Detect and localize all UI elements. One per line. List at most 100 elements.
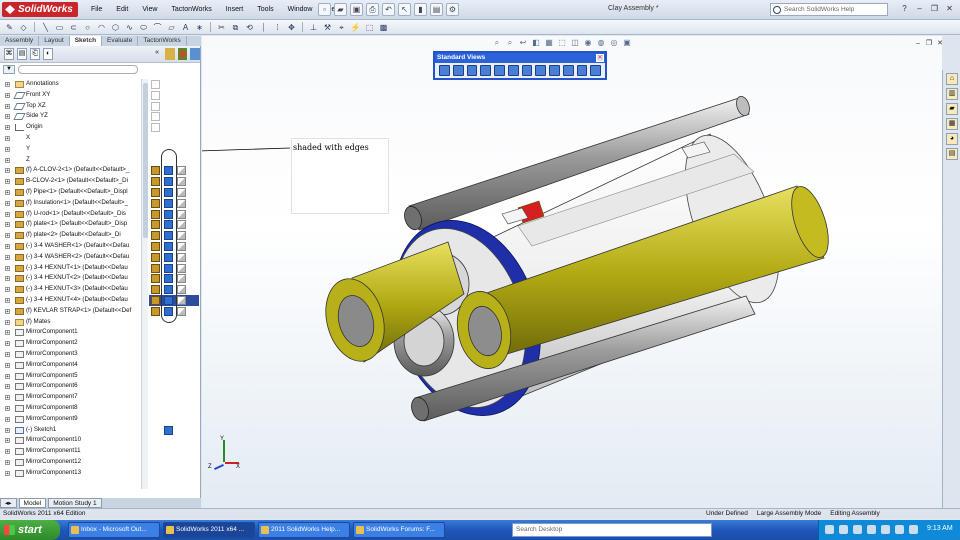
expand-toggle-icon[interactable]: + (5, 125, 10, 131)
expand-toggle-icon[interactable]: + (5, 362, 10, 368)
expand-toggle-icon[interactable]: + (5, 168, 10, 174)
tree-item[interactable]: + X (0, 133, 145, 144)
fillet-icon[interactable]: ⌒ (152, 22, 163, 33)
tree-item[interactable]: + (f) plate<2> (Default<<Default>_Di (0, 230, 145, 241)
tree-item[interactable]: + MirrorComponent6 (0, 381, 145, 392)
hide-show-icon[interactable] (151, 220, 160, 230)
antivirus-icon[interactable] (909, 525, 918, 534)
tree-item[interactable]: + MirrorComponent12 (0, 457, 145, 468)
tree-item[interactable]: + (-) 3-4 WASHER<1> (Default<<Defau (0, 241, 145, 252)
options-gear-icon[interactable]: ⚙ (446, 3, 459, 16)
arc-icon[interactable]: ◠ (96, 22, 107, 33)
filter-icon[interactable]: ▼ (3, 64, 15, 74)
tree-item[interactable]: + MirrorComponent8 (0, 403, 145, 414)
start-button[interactable]: start (0, 520, 60, 540)
dimetric-view-icon[interactable] (562, 65, 574, 76)
menu-item-view[interactable]: View (135, 4, 164, 15)
line-icon[interactable]: ╲ (40, 22, 51, 33)
appearance-swatch-icon[interactable] (177, 274, 186, 284)
hide-show-icon[interactable] (151, 166, 160, 176)
tree-item[interactable]: + (f) U-rod<1> (Default<<Default>_Dis (0, 209, 145, 220)
expand-toggle-icon[interactable]: + (5, 265, 10, 271)
tree-item[interactable]: + (-) 3-4 HEXNUT<1> (Default<<Defau (0, 263, 145, 274)
hide-show-icon[interactable] (151, 306, 160, 316)
appearance-swatch-icon[interactable] (177, 177, 186, 187)
hide-show-icon[interactable] (151, 177, 160, 187)
section-view-icon[interactable]: ◧ (531, 38, 541, 48)
tree-item[interactable]: + Top XZ (0, 101, 145, 112)
mirror-entities-icon[interactable]: ⏐ (258, 22, 269, 33)
convert-entities-icon[interactable]: ⧉ (230, 22, 241, 33)
view-orientation-icon[interactable]: ⬚ (557, 38, 567, 48)
hidden-state-icon[interactable] (151, 112, 160, 122)
offset-entities-icon[interactable]: ⟲ (244, 22, 255, 33)
print-icon[interactable]: ⎙ (366, 3, 379, 16)
tree-item[interactable]: + Annotations (0, 79, 145, 90)
expand-toggle-icon[interactable]: + (5, 416, 10, 422)
standard-views-close-button[interactable]: ✕ (596, 54, 604, 62)
solidworks-logo[interactable]: SolidWorks (2, 2, 78, 17)
front-view-icon[interactable] (452, 65, 464, 76)
move-entities-icon[interactable]: ✥ (286, 22, 297, 33)
view-settings-icon[interactable]: ▣ (622, 38, 632, 48)
appearance-swatch-icon[interactable] (177, 166, 186, 176)
appearance-swatch-icon[interactable] (177, 241, 186, 251)
expand-toggle-icon[interactable]: + (5, 405, 10, 411)
tree-item[interactable]: + (f) Insulation<1> (Default<<Default>_ (0, 198, 145, 209)
expand-toggle-icon[interactable]: + (5, 341, 10, 347)
tree-item[interactable]: + Z (0, 155, 145, 166)
slot-icon[interactable]: ⊂ (68, 22, 79, 33)
trim-icon[interactable]: ✂ (216, 22, 227, 33)
expand-toggle-icon[interactable]: + (5, 135, 10, 141)
taskbar-button[interactable]: Inbox - Microsoft Out... (68, 522, 160, 538)
tree-item[interactable]: + (-) 3-4 HEXNUT<4> (Default<<Defau (0, 295, 145, 306)
hide-show-icon[interactable] (151, 252, 160, 262)
tree-item[interactable]: + (f) Pipe<1> (Default<<Default>_Displ (0, 187, 145, 198)
apply-scene-icon[interactable]: ◎ (609, 38, 619, 48)
display-relations-icon[interactable]: ⊥ (308, 22, 319, 33)
expand-toggle-icon[interactable]: + (5, 449, 10, 455)
back-view-icon[interactable] (466, 65, 478, 76)
zoom-to-area-icon[interactable]: ⌕ (505, 38, 515, 48)
tree-item[interactable]: + MirrorComponent2 (0, 338, 145, 349)
menu-item-edit[interactable]: Edit (109, 4, 135, 15)
sketch-picture-icon[interactable]: ▩ (378, 22, 389, 33)
tree-item[interactable]: + B-CLOV-2<1> (Default<<Default>_Di (0, 176, 145, 187)
undo-icon[interactable]: ↶ (382, 3, 395, 16)
appearance-swatch-icon[interactable] (177, 285, 186, 295)
open-folder-icon[interactable]: ▰ (334, 3, 347, 16)
expand-toggle-icon[interactable]: + (5, 384, 10, 390)
expand-toggle-icon[interactable]: + (5, 211, 10, 217)
polygon-icon[interactable]: ⬡ (110, 22, 121, 33)
tree-item[interactable]: + (f) KEVLAR STRAP<1> (Default<<Def (0, 306, 145, 317)
previous-view-icon[interactable]: ↩ (518, 38, 528, 48)
rectangle-icon[interactable]: ▭ (54, 22, 65, 33)
appearance-swatch-icon[interactable] (177, 220, 186, 230)
expand-toggle-icon[interactable]: + (5, 470, 10, 476)
hide-show-icon[interactable] (151, 285, 160, 295)
dynamic-annotation-icon[interactable]: ▦ (544, 38, 554, 48)
hide-show-icon[interactable] (151, 209, 160, 219)
file-explorer-icon[interactable]: ▰ (946, 103, 958, 115)
expand-toggle-icon[interactable]: + (5, 427, 10, 433)
bottom-tab-model[interactable]: Model (18, 498, 47, 508)
security-icon[interactable] (853, 525, 862, 534)
text-icon[interactable]: A (180, 22, 191, 33)
save-icon[interactable]: ▣ (350, 3, 363, 16)
ellipse-icon[interactable]: ⬭ (138, 22, 149, 33)
tree-item[interactable]: + (f) A-CLOV-2<1> (Default<<Default>_ (0, 165, 145, 176)
appearances-scenes-icon[interactable]: ◕ (946, 133, 958, 145)
expand-toggle-icon[interactable]: + (5, 146, 10, 152)
tree-item[interactable]: + MirrorComponent9 (0, 414, 145, 425)
tree-item[interactable]: + MirrorComponent13 (0, 468, 145, 479)
tab-scroll-arrows[interactable]: ◂▸ (0, 498, 17, 508)
expand-toggle-icon[interactable]: + (5, 157, 10, 163)
expand-toggle-icon[interactable]: + (5, 287, 10, 293)
hide-show-items-icon[interactable]: ◉ (583, 38, 593, 48)
network-icon[interactable] (825, 525, 834, 534)
bottom-tab-motion-study-1[interactable]: Motion Study 1 (48, 498, 102, 508)
scrollbar-thumb[interactable] (143, 83, 148, 238)
messenger-icon[interactable] (881, 525, 890, 534)
trimetric-view-icon[interactable] (549, 65, 560, 76)
expand-toggle-icon[interactable]: + (5, 243, 10, 249)
